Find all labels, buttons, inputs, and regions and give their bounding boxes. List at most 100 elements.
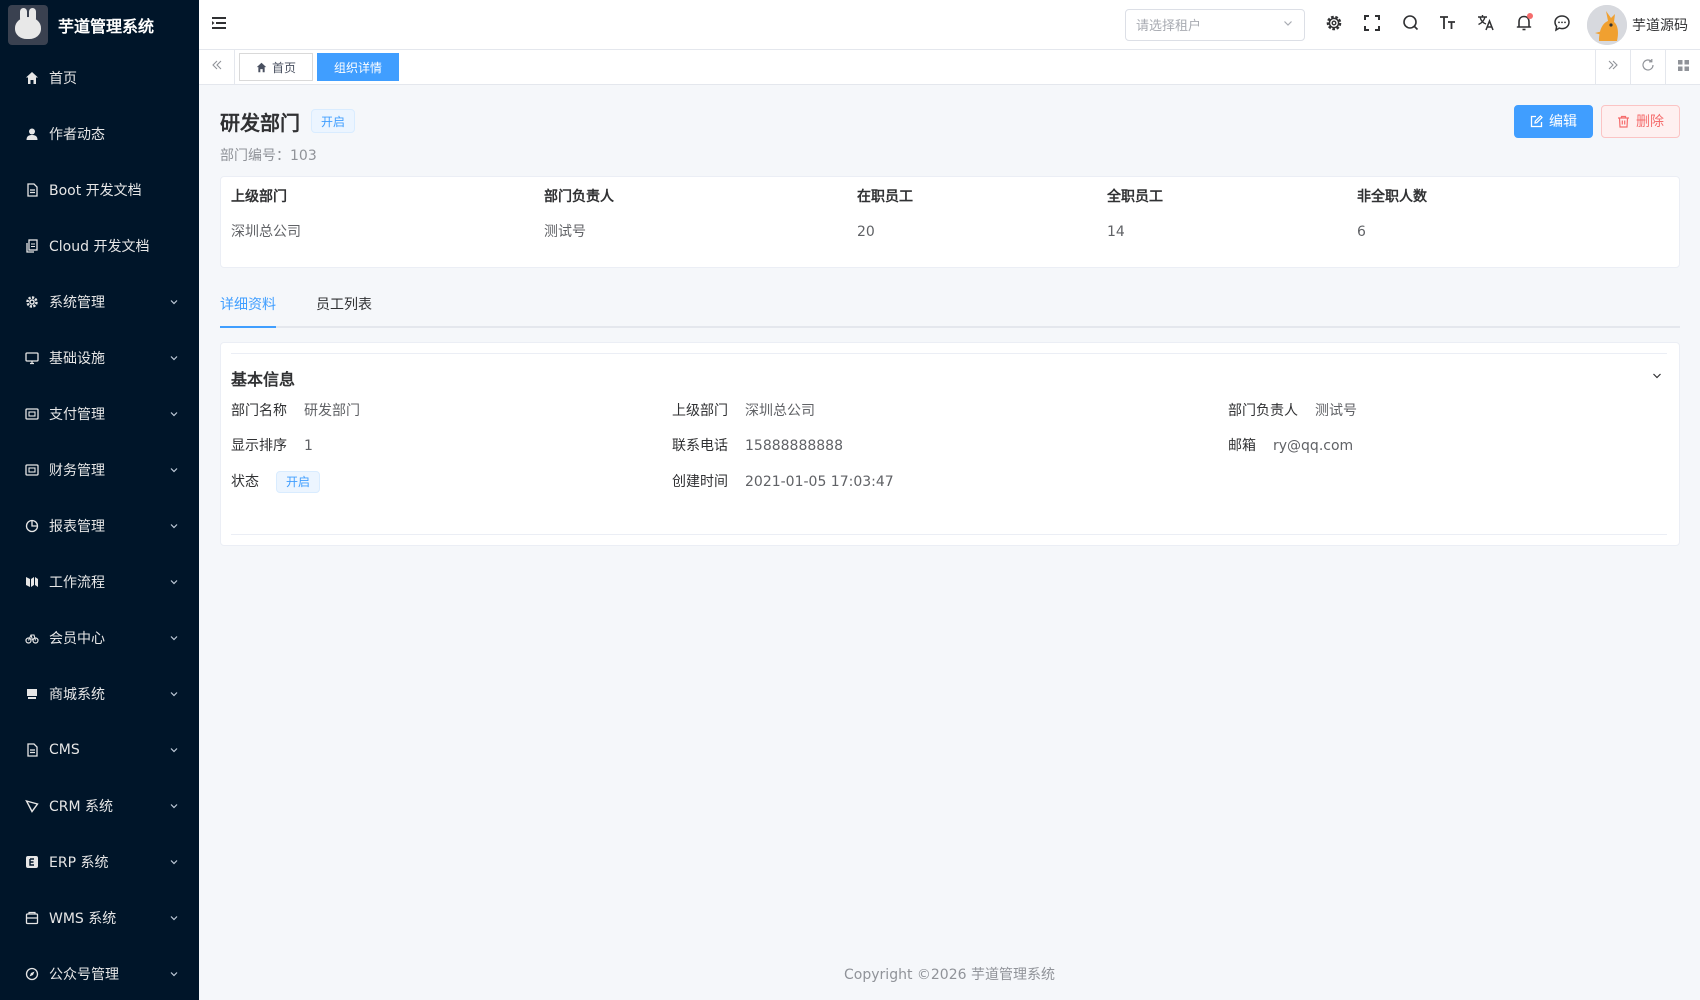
tab-employees[interactable]: 员工列表 bbox=[316, 288, 372, 328]
double-chevron-left-icon bbox=[211, 59, 223, 75]
tags-scroll-left-button[interactable] bbox=[199, 49, 235, 85]
sidebar-item-label: WMS 系统 bbox=[49, 911, 117, 927]
sidebar-item-author-news[interactable]: 作者动态 bbox=[0, 106, 199, 162]
tag-label: 组织详情 bbox=[334, 60, 383, 75]
font-size-icon bbox=[1439, 15, 1457, 35]
field-leader: 部门负责人 测试号 bbox=[1228, 401, 1357, 421]
bicycle-icon bbox=[24, 630, 40, 646]
tenant-select-placeholder: 请选择租户 bbox=[1136, 19, 1202, 34]
sidebar-item-label: 财务管理 bbox=[49, 463, 105, 479]
field-value: 深圳总公司 bbox=[745, 403, 815, 419]
chevron-down-icon bbox=[169, 409, 179, 419]
sidebar-item-label: 基础设施 bbox=[49, 351, 105, 367]
double-chevron-right-icon bbox=[1607, 59, 1619, 75]
tab-details[interactable]: 详细资料 bbox=[220, 288, 276, 328]
sidebar-item-label: 首页 bbox=[49, 71, 77, 87]
detail-actions: 编辑 删除 bbox=[1506, 104, 1680, 138]
home-icon bbox=[24, 70, 40, 86]
chevron-down-icon bbox=[169, 353, 179, 363]
summary-value: 14 bbox=[1107, 224, 1125, 240]
crm-icon bbox=[24, 798, 40, 814]
top-header: 请选择租户 芋道源码 bbox=[199, 0, 1700, 50]
search-icon bbox=[1402, 14, 1419, 35]
sidebar-item-system[interactable]: 系统管理 bbox=[0, 274, 199, 330]
tags-scroll-right-button[interactable] bbox=[1595, 49, 1630, 85]
notification-button[interactable] bbox=[1505, 0, 1543, 50]
search-button[interactable] bbox=[1391, 0, 1429, 50]
field-value: ry@qq.com bbox=[1273, 438, 1354, 454]
sidebar-item-finance[interactable]: 财务管理 bbox=[0, 442, 199, 498]
chevron-down-icon bbox=[169, 857, 179, 867]
field-label: 创建时间 bbox=[672, 474, 728, 490]
sidebar-item-label: CMS bbox=[49, 742, 80, 758]
field-phone: 联系电话 15888888888 bbox=[672, 436, 843, 456]
sidebar-item-report[interactable]: 报表管理 bbox=[0, 498, 199, 554]
sidebar-item-mall[interactable]: 商城系统 bbox=[0, 666, 199, 722]
user-name[interactable]: 芋道源码 bbox=[1632, 15, 1688, 35]
notification-badge-dot bbox=[1527, 12, 1533, 19]
sidebar-item-label: ERP 系统 bbox=[49, 855, 109, 871]
chevron-down-icon bbox=[169, 521, 179, 531]
sidebar-item-wms[interactable]: WMS 系统 bbox=[0, 890, 199, 946]
sidebar-item-pay[interactable]: 支付管理 bbox=[0, 386, 199, 442]
sidebar-item-mp[interactable]: 公众号管理 bbox=[0, 946, 199, 1000]
sidebar-item-label: 会员中心 bbox=[49, 631, 105, 647]
logo[interactable]: 芋道管理系统 bbox=[0, 0, 199, 50]
chevron-down-icon bbox=[169, 969, 179, 979]
avatar[interactable] bbox=[1587, 4, 1627, 45]
sidebar-item-label: 商城系统 bbox=[49, 687, 105, 703]
summary-label: 部门负责人 bbox=[544, 189, 614, 205]
tag-home[interactable]: 首页 bbox=[239, 53, 314, 81]
summary-col-leader: 部门负责人 测试号 bbox=[544, 187, 614, 242]
field-label: 部门负责人 bbox=[1228, 403, 1298, 419]
sidebar-item-erp[interactable]: ERP 系统 bbox=[0, 834, 199, 890]
tenant-select[interactable]: 请选择租户 bbox=[1125, 8, 1305, 41]
chevron-down-icon bbox=[169, 465, 179, 475]
field-value: 1 bbox=[304, 438, 313, 454]
sidebar-item-label: Boot 开发文档 bbox=[49, 183, 142, 199]
tags-menu-button[interactable] bbox=[1665, 49, 1700, 85]
sidebar-item-crm[interactable]: CRM 系统 bbox=[0, 778, 199, 834]
sidebar-item-boot-docs[interactable]: Boot 开发文档 bbox=[0, 162, 199, 218]
footer-copyright: Copyright ©2026 芋道管理系统 bbox=[844, 967, 1055, 983]
chevron-down-icon bbox=[169, 913, 179, 923]
refresh-button[interactable] bbox=[1630, 49, 1665, 85]
field-value: 测试号 bbox=[1315, 403, 1357, 419]
sidebar-item-workflow[interactable]: 工作流程 bbox=[0, 554, 199, 610]
tag-label: 首页 bbox=[272, 60, 297, 75]
language-button[interactable] bbox=[1467, 0, 1505, 50]
tag-org-detail[interactable]: 组织详情 bbox=[317, 53, 400, 81]
chevron-down-icon bbox=[169, 633, 179, 643]
tags-tools bbox=[1595, 49, 1700, 85]
field-label: 联系电话 bbox=[672, 438, 728, 454]
chat-bubble-icon bbox=[1553, 14, 1571, 36]
chevron-down-icon[interactable] bbox=[1651, 370, 1663, 386]
summary-label: 全职员工 bbox=[1107, 189, 1163, 205]
delete-button[interactable]: 删除 bbox=[1601, 104, 1680, 138]
sidebar-item-member[interactable]: 会员中心 bbox=[0, 610, 199, 666]
field-label: 显示排序 bbox=[231, 438, 287, 454]
sidebar-item-home[interactable]: 首页 bbox=[0, 50, 199, 106]
user-icon bbox=[24, 126, 40, 142]
edit-button[interactable]: 编辑 bbox=[1514, 104, 1593, 138]
sidebar-item-label: 工作流程 bbox=[49, 575, 105, 591]
field-email: 邮箱 ry@qq.com bbox=[1228, 436, 1353, 456]
basic-info-section: 基本信息 部门名称 研发部门 上级部门 深圳总公司 部门负责人 测试号 显示排序… bbox=[231, 353, 1667, 535]
menu-toggle-button[interactable] bbox=[199, 0, 239, 50]
font-size-button[interactable] bbox=[1429, 0, 1467, 50]
workflow-icon bbox=[24, 574, 40, 590]
summary-col-parttime: 非全职人数 6 bbox=[1357, 187, 1427, 242]
document-icon bbox=[24, 182, 40, 198]
gear-icon bbox=[1325, 14, 1343, 36]
sidebar-item-infra[interactable]: 基础设施 bbox=[0, 330, 199, 386]
fullscreen-button[interactable] bbox=[1353, 0, 1391, 50]
sidebar-item-cms[interactable]: CMS bbox=[0, 722, 199, 778]
box-icon bbox=[24, 910, 40, 926]
settings-button[interactable] bbox=[1315, 0, 1353, 50]
status-badge: 开启 bbox=[276, 471, 321, 493]
field-value: 研发部门 bbox=[304, 403, 360, 419]
sidebar-item-cloud-docs[interactable]: Cloud 开发文档 bbox=[0, 218, 199, 274]
field-value: 2021-01-05 17:03:47 bbox=[745, 474, 894, 490]
app-title: 芋道管理系统 bbox=[58, 17, 155, 36]
message-button[interactable] bbox=[1543, 0, 1581, 50]
